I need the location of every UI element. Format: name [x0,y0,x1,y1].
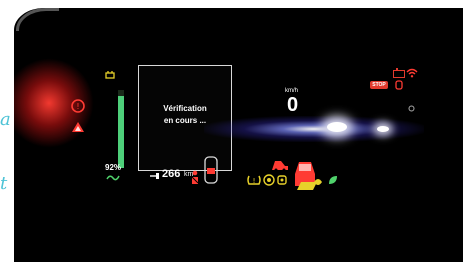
traction-icon [277,175,287,185]
left-overlay-letter-2: t [0,173,8,194]
fuel-pump-icon [150,173,159,179]
brake-warning-icon: ! [71,99,85,113]
message-line-1: Vérification [163,104,207,113]
steering-rim [16,8,59,31]
plug-icon [105,71,115,79]
light-icon [314,179,322,185]
range-value: 266 [162,168,181,180]
car-top-view-icon [204,156,218,184]
battery-charge-icon [393,68,405,78]
svg-text:!: ! [253,177,256,185]
battery-gauge [118,90,124,168]
speed-value: 0 [287,94,299,116]
svg-text:!: ! [76,102,79,111]
left-overlay-letter: a [0,109,11,130]
battery-percent: 92% [105,163,122,172]
wifi-icon [406,68,418,78]
speed-light-streak [204,116,424,142]
seatbelt-icon [191,170,199,184]
door-open-car-icon [272,161,288,172]
battery-gauge-fill [118,96,124,168]
abs-icon [263,174,275,186]
dashboard-photo: ! 92% Vérification en cours ... 266 km !… [14,8,463,262]
ev-charge-icon [106,175,120,181]
stop-badge: STOP [370,81,388,89]
eco-leaf-icon [329,176,337,184]
gear-indicator-icon [408,105,415,112]
light-reflection-2 [377,126,389,132]
engine-warning-icon [395,80,403,90]
light-reflection [327,122,347,132]
screenshot-frame: a t ! 92% Vérification en cours ... 266 … [0,0,473,266]
tire-pressure-icon: ! [247,175,261,185]
hazard-triangle-icon [72,122,84,132]
